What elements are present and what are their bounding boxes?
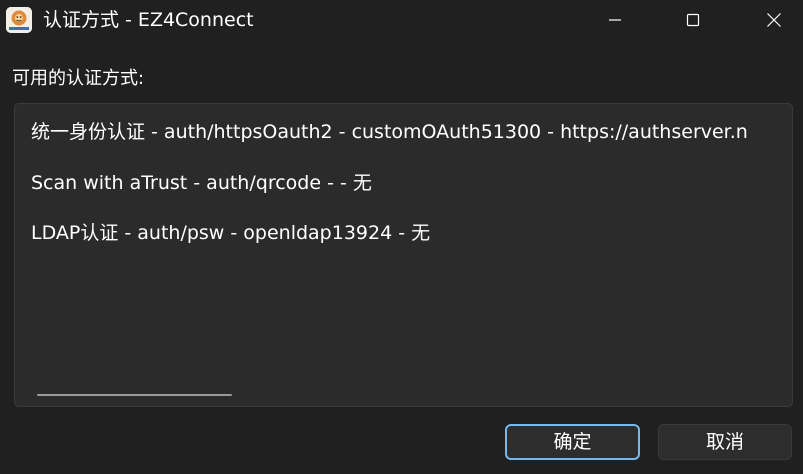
title-bar[interactable]: 认证方式 - EZ4Connect	[0, 0, 803, 40]
app-logo-icon	[6, 7, 32, 33]
cancel-button[interactable]: 取消	[658, 424, 792, 460]
maximize-button[interactable]	[670, 0, 716, 40]
list-item[interactable]: 统一身份认证 - auth/httpsOauth2 - customOAuth5…	[31, 120, 748, 144]
maximize-icon	[686, 13, 700, 27]
window-title: 认证方式 - EZ4Connect	[43, 9, 254, 31]
list-item[interactable]: LDAP认证 - auth/psw - openldap13924 - 无	[31, 221, 430, 245]
auth-method-list[interactable]: 统一身份认证 - auth/httpsOauth2 - customOAuth5…	[14, 103, 793, 407]
auth-method-dialog: 认证方式 - EZ4Connect 可用的认证方式: 统一身份认证 - auth…	[0, 0, 803, 474]
minimize-icon	[609, 19, 621, 21]
ok-button[interactable]: 确定	[505, 424, 640, 460]
prompt-label: 可用的认证方式:	[12, 68, 145, 89]
close-button[interactable]	[751, 0, 797, 40]
list-item[interactable]: Scan with aTrust - auth/qrcode - - 无	[31, 171, 372, 195]
close-icon	[767, 13, 781, 27]
minimize-button[interactable]	[592, 0, 638, 40]
horizontal-scrollbar[interactable]	[37, 394, 232, 396]
